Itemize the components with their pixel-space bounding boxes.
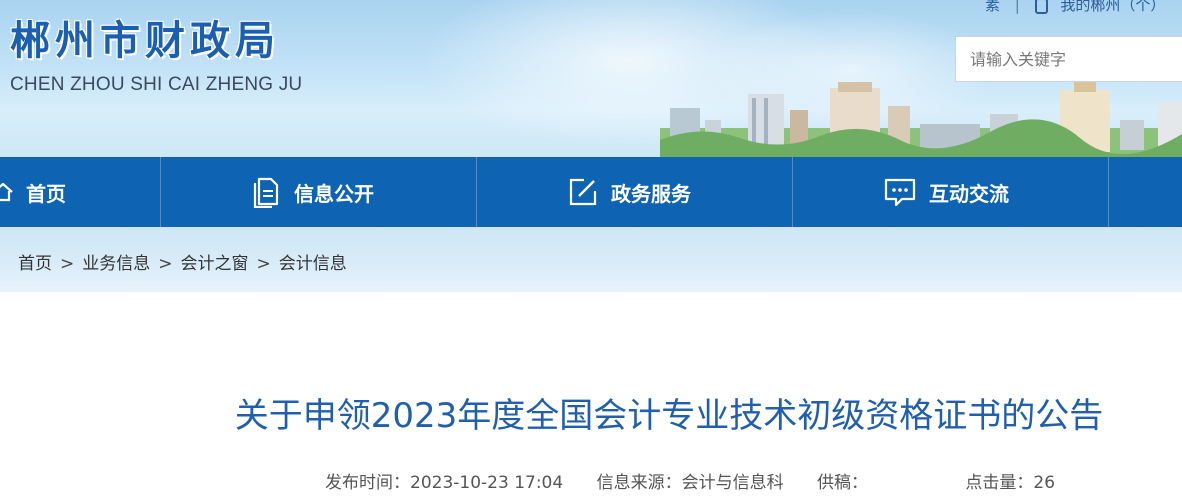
site-subtitle: CHEN ZHOU SHI CAI ZHENG JU bbox=[10, 74, 303, 95]
breadcrumb-link-home[interactable]: 首页 bbox=[18, 254, 52, 274]
nav-label: 政务服务 bbox=[611, 181, 691, 206]
nav-item-info-disclosure[interactable]: 信息公开 bbox=[252, 157, 476, 227]
city-skyline-illustration bbox=[660, 80, 1182, 157]
top-links: 素 | 我的郴州（个） bbox=[985, 0, 1165, 15]
top-link-separator: | bbox=[1014, 0, 1020, 14]
document-icon bbox=[253, 177, 279, 208]
nav-label: 互动交流 bbox=[929, 181, 1009, 206]
breadcrumb-link-accounting-window[interactable]: 会计之窗 bbox=[181, 254, 249, 274]
hit-count: 点击量：26 bbox=[965, 473, 1055, 493]
home-icon bbox=[0, 182, 13, 202]
breadcrumb-band: 首页 > 业务信息 > 会计之窗 > 会计信息 bbox=[0, 227, 1182, 292]
hit-count-label: 点击量： bbox=[965, 473, 1034, 493]
site-title: 郴州市财政局 bbox=[10, 18, 280, 64]
nav-label: 信息公开 bbox=[294, 181, 374, 206]
top-link-my-chenzhou[interactable]: 我的郴州（个） bbox=[1060, 0, 1165, 14]
nav-item-interaction[interactable]: 互动交流 bbox=[883, 157, 1108, 227]
breadcrumb: 首页 > 业务信息 > 会计之窗 > 会计信息 bbox=[18, 249, 347, 274]
phone-icon bbox=[1034, 0, 1048, 14]
publish-time-label: 发布时间： bbox=[325, 473, 410, 493]
nav-item-gov-services[interactable]: 政务服务 bbox=[567, 157, 792, 227]
top-link-partial[interactable]: 素 bbox=[985, 0, 1000, 14]
edit-icon bbox=[569, 178, 597, 206]
nav-divider bbox=[160, 157, 161, 227]
chat-icon bbox=[884, 178, 916, 207]
header-banner: 郴州市财政局 CHEN ZHOU SHI CAI ZHENG JU 素 | 我的… bbox=[0, 0, 1182, 157]
publish-time-value: 2023-10-23 17:04 bbox=[410, 473, 564, 493]
nav-divider bbox=[1108, 157, 1109, 227]
breadcrumb-link-business-info[interactable]: 业务信息 bbox=[82, 254, 150, 274]
main-nav: 首页 信息公开 政务服务 互动交流 bbox=[0, 157, 1182, 227]
contributor: 供稿： bbox=[817, 473, 932, 493]
nav-label: 首页 bbox=[26, 181, 66, 206]
contributor-label: 供稿： bbox=[817, 473, 869, 493]
info-source: 信息来源：会计与信息科 bbox=[597, 473, 784, 493]
breadcrumb-separator: > bbox=[158, 254, 173, 274]
breadcrumb-link-accounting-info[interactable]: 会计信息 bbox=[279, 254, 347, 274]
hit-count-value: 26 bbox=[1033, 473, 1056, 493]
nav-item-home[interactable]: 首页 bbox=[0, 157, 160, 227]
breadcrumb-separator: > bbox=[256, 254, 271, 274]
info-source-label: 信息来源： bbox=[596, 473, 682, 493]
publish-time: 发布时间：2023-10-23 17:04 bbox=[325, 473, 563, 493]
article-meta: 发布时间：2023-10-23 17:04 信息来源：会计与信息科 供稿： 点击… bbox=[325, 468, 1083, 493]
search-box bbox=[955, 36, 1182, 82]
search-input[interactable] bbox=[956, 37, 1170, 81]
article-title: 关于申领2023年度全国会计专业技术初级资格证书的公告 bbox=[234, 396, 1104, 436]
breadcrumb-separator: > bbox=[60, 254, 75, 274]
nav-divider bbox=[792, 157, 793, 227]
nav-divider bbox=[476, 157, 477, 227]
info-source-value: 会计与信息科 bbox=[681, 473, 784, 493]
